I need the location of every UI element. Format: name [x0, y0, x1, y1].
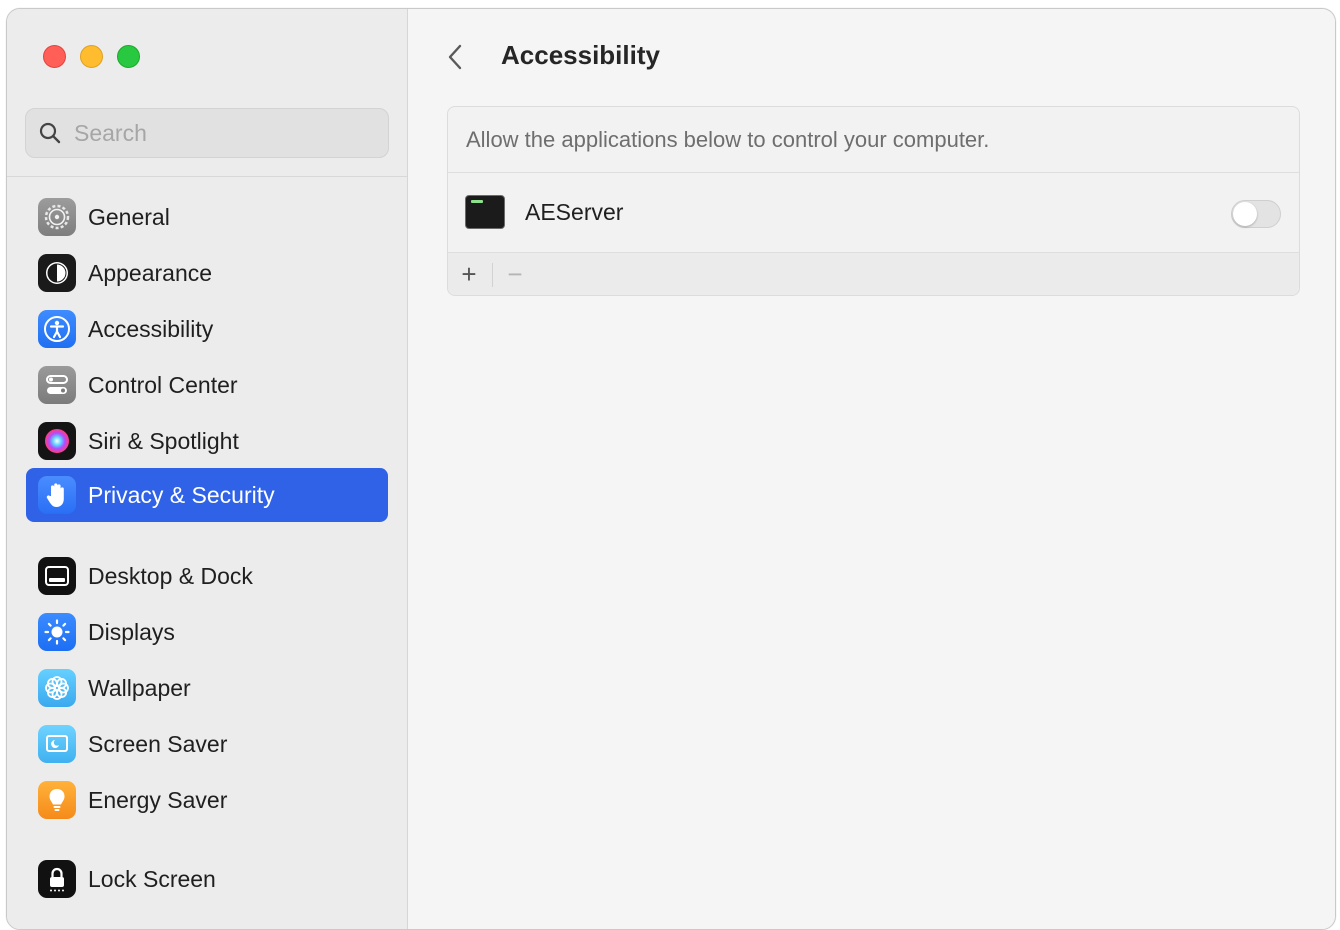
remove-app-button[interactable]: −	[497, 257, 533, 291]
gear-icon	[38, 198, 76, 236]
zoom-button[interactable]	[117, 45, 140, 68]
accessibility-apps-panel: Allow the applications below to control …	[447, 106, 1300, 296]
settings-window: General Appearance Accessi	[6, 8, 1336, 930]
sidebar-item-energy-saver[interactable]: Energy Saver	[26, 773, 388, 827]
sidebar-item-label: Control Center	[88, 371, 238, 398]
dock-icon	[38, 557, 76, 595]
list-item[interactable]: AEServer	[448, 173, 1299, 252]
screen-saver-icon	[38, 725, 76, 763]
page-title: Accessibility	[501, 40, 660, 70]
search-field[interactable]	[25, 108, 389, 158]
sidebar-item-label: Privacy & Security	[88, 481, 275, 508]
minimize-button[interactable]	[80, 45, 103, 68]
flower-icon	[38, 669, 76, 707]
add-app-button[interactable]: +	[451, 257, 487, 291]
app-access-toggle[interactable]	[1231, 200, 1281, 228]
app-name: AEServer	[525, 199, 624, 225]
sidebar-item-label: Desktop & Dock	[88, 562, 253, 589]
sidebar-item-label: Energy Saver	[88, 786, 228, 813]
panel-description: Allow the applications below to control …	[466, 127, 990, 152]
sidebar-divider	[7, 176, 407, 177]
sidebar-item-label: Accessibility	[88, 315, 214, 342]
sidebar-item-label: Displays	[88, 618, 175, 645]
sidebar-item-label: Lock Screen	[88, 865, 216, 892]
sidebar: General Appearance Accessi	[7, 9, 408, 929]
footer-separator	[492, 263, 493, 287]
sidebar-item-accessibility[interactable]: Accessibility	[26, 302, 388, 356]
sidebar-item-control-center[interactable]: Control Center	[26, 358, 388, 412]
sidebar-item-screen-saver[interactable]: Screen Saver	[26, 717, 388, 771]
sidebar-item-label: Screen Saver	[88, 730, 228, 757]
lightbulb-icon	[38, 781, 76, 819]
siri-icon	[38, 422, 76, 460]
search-icon	[39, 122, 61, 144]
accessibility-icon	[38, 310, 76, 348]
sidebar-item-label: Wallpaper	[88, 674, 191, 701]
back-button[interactable]	[440, 39, 470, 75]
sidebar-item-general[interactable]: General	[26, 190, 388, 244]
sidebar-item-label: Siri & Spotlight	[88, 427, 239, 454]
sidebar-item-displays[interactable]: Displays	[26, 605, 388, 659]
terminal-icon	[465, 195, 505, 229]
toggle-knob	[1233, 202, 1257, 226]
sun-icon	[38, 613, 76, 651]
chevron-left-icon	[448, 44, 462, 70]
sidebar-item-appearance[interactable]: Appearance	[26, 246, 388, 300]
appearance-icon	[38, 254, 76, 292]
search-input[interactable]	[72, 118, 366, 148]
close-button[interactable]	[43, 45, 66, 68]
sidebar-item-siri-spotlight[interactable]: Siri & Spotlight	[26, 414, 388, 468]
sidebar-item-lock-screen[interactable]: Lock Screen	[26, 852, 388, 906]
panel-footer: + −	[448, 253, 1299, 295]
sidebar-item-label: Appearance	[88, 259, 213, 286]
control-center-icon	[38, 366, 76, 404]
main-content: Accessibility Allow the applications bel…	[408, 9, 1335, 929]
sidebar-item-desktop-dock[interactable]: Desktop & Dock	[26, 549, 388, 603]
hand-icon	[38, 476, 76, 514]
window-controls	[43, 45, 140, 68]
lock-icon	[38, 860, 76, 898]
sidebar-item-wallpaper[interactable]: Wallpaper	[26, 661, 388, 715]
sidebar-item-label: General	[88, 203, 170, 230]
sidebar-item-privacy-security[interactable]: Privacy & Security	[26, 468, 388, 522]
